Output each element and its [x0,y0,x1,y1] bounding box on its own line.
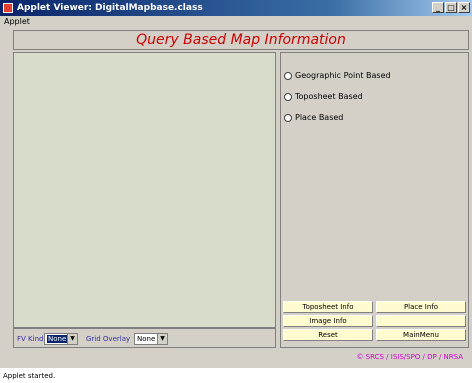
window-controls: _ □ × [432,2,470,13]
reset-button[interactable]: Reset [283,329,373,341]
chevron-down-icon[interactable]: ▼ [157,334,167,344]
radio-place[interactable]: Place Based [284,113,343,122]
menu-bar: Applet [0,16,472,28]
radio-button-icon[interactable] [284,71,292,80]
grid-overlay-value: None [137,335,156,343]
radio-button-icon[interactable] [284,113,292,122]
menu-item-applet[interactable]: Applet [4,17,30,26]
fv-kind-value: None [47,335,68,343]
radio-geographic-point[interactable]: Geographic Point Based [284,71,391,80]
map-canvas[interactable] [13,52,276,328]
place-info-button[interactable]: Place Info [376,301,466,313]
maximize-button[interactable]: □ [445,2,457,13]
chevron-down-icon[interactable]: ▼ [67,334,77,344]
close-button[interactable]: × [458,2,470,13]
status-bar: Applet started. [0,370,472,383]
radio-label: Geographic Point Based [295,71,391,80]
applet-icon [3,3,13,13]
image-info-button[interactable]: Image Info [283,315,373,327]
grid-overlay-select[interactable]: None ▼ [134,333,168,345]
title-bar[interactable]: Applet Viewer: DigitalMapbase.class _ □ … [0,0,472,16]
blank-button[interactable] [376,315,466,327]
map-options-bar: FV Kind None ▼ Grid Overlay None ▼ [13,328,276,348]
radio-label: Toposheet Based [295,92,363,101]
page-title: Query Based Map Information [13,30,469,50]
applet-window: Applet Viewer: DigitalMapbase.class _ □ … [0,0,472,368]
radio-button-icon[interactable] [284,92,292,101]
toposheet-info-button[interactable]: Toposheet Info [283,301,373,313]
main-menu-button[interactable]: MainMenu [376,329,466,341]
radio-label: Place Based [295,113,344,122]
radio-toposheet[interactable]: Toposheet Based [284,92,363,101]
window-title: Applet Viewer: DigitalMapbase.class [17,3,203,13]
fv-kind-select[interactable]: None ▼ [44,333,78,345]
fv-kind-label: FV Kind [17,335,44,343]
credit-text: © SRCS / ISIS/SPO / DP / NRSA [356,353,463,361]
grid-overlay-label: Grid Overlay [86,335,131,343]
minimize-button[interactable]: _ [432,2,444,13]
